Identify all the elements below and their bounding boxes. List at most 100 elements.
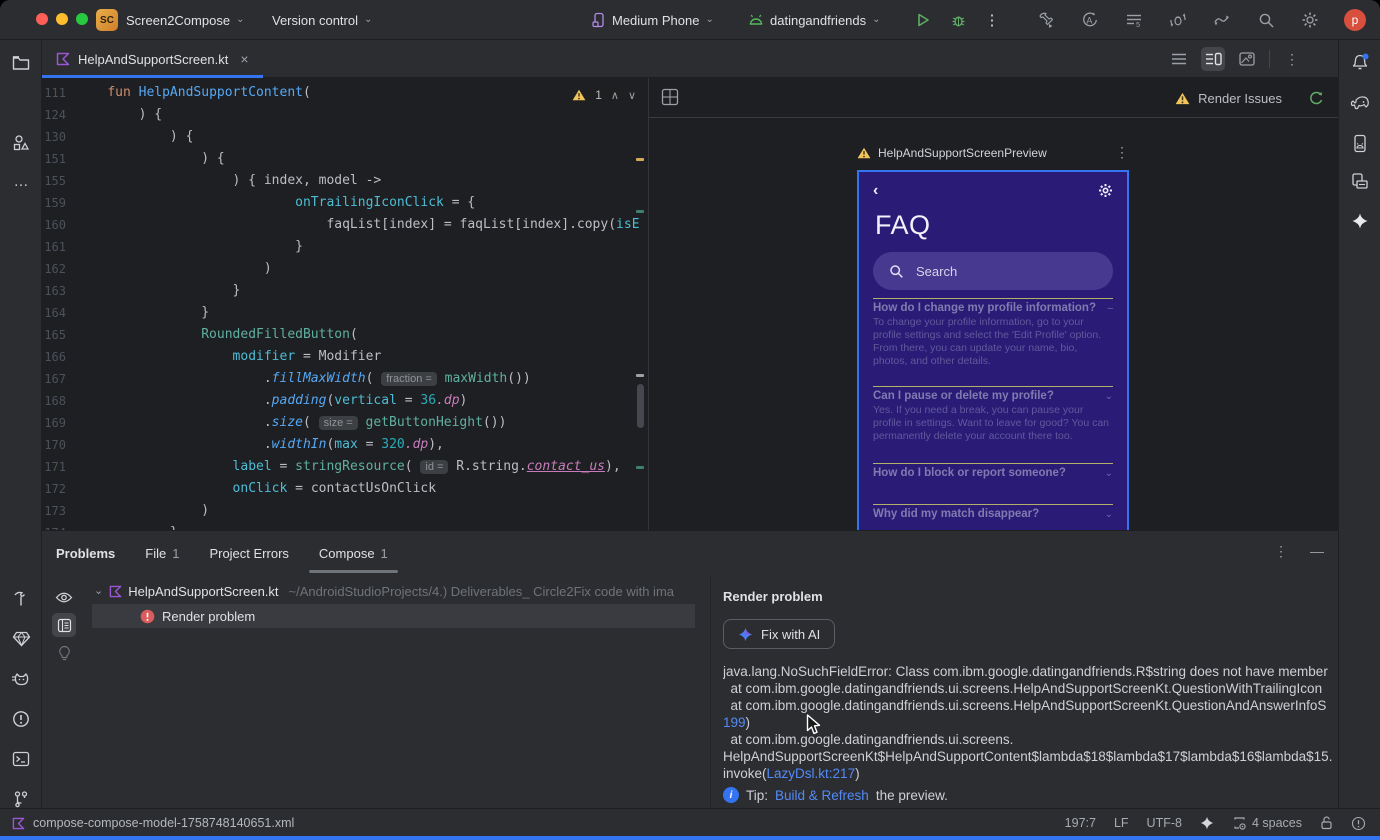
- line-number[interactable]: 171: [42, 456, 76, 478]
- code-line[interactable]: 151 ) {: [42, 148, 648, 170]
- refresh-icon[interactable]: [1308, 90, 1324, 106]
- tree-expand-chevron[interactable]: ⌄: [94, 584, 103, 597]
- code-line[interactable]: 159 onTrailingIconClick = {: [42, 192, 648, 214]
- preview-layout-grid-icon[interactable]: [661, 88, 679, 106]
- code-line[interactable]: 174 }: [42, 522, 648, 530]
- faq-item[interactable]: Can I pause or delete my profile? ⌄ Yes. I…: [873, 386, 1113, 443]
- line-number[interactable]: 124: [42, 104, 76, 126]
- panel-options-kebab[interactable]: ⋮: [1274, 543, 1288, 560]
- preview-eye-icon[interactable]: [52, 585, 76, 609]
- build-tool-icon[interactable]: [10, 588, 32, 610]
- line-number[interactable]: 111: [42, 82, 76, 104]
- code-line[interactable]: 111 fun HelpAndSupportContent(: [42, 82, 648, 104]
- user-avatar[interactable]: p: [1344, 9, 1366, 31]
- todo-list-icon[interactable]: 5: [1124, 10, 1144, 30]
- vcs-menu[interactable]: Version control ⌄: [272, 0, 372, 40]
- run-configuration-selector[interactable]: datingandfriends ⌄: [748, 0, 881, 40]
- run-more-options-kebab[interactable]: ⋮: [982, 10, 1002, 30]
- code-line[interactable]: 162 ): [42, 258, 648, 280]
- resource-manager-icon[interactable]: [10, 132, 32, 154]
- preview-options-kebab[interactable]: ⋮: [1115, 144, 1129, 161]
- preview-title-row[interactable]: HelpAndSupportScreenPreview ⋮: [857, 144, 1129, 161]
- build-icon[interactable]: [1036, 10, 1056, 30]
- faq-expand-icon[interactable]: ⌄: [1105, 391, 1113, 402]
- layout-inspector-icon[interactable]: [1349, 170, 1371, 192]
- render-issues-button[interactable]: Render Issues: [1175, 78, 1324, 118]
- line-number[interactable]: 169: [42, 412, 76, 434]
- back-icon[interactable]: ‹: [873, 182, 878, 200]
- faq-expand-icon[interactable]: ⌄: [1105, 509, 1113, 520]
- next-problem-icon[interactable]: ∨: [628, 89, 636, 102]
- stack-source-link[interactable]: 199: [723, 715, 746, 730]
- terminal-tool-icon[interactable]: [10, 748, 32, 770]
- panel-tab-file[interactable]: File 1: [145, 531, 179, 575]
- indent-widget[interactable]: 4 spaces: [1232, 816, 1302, 830]
- project-menu[interactable]: Screen2Compose ⌄: [126, 0, 244, 40]
- code-line[interactable]: 167 .fillMaxWidth( fraction = maxWidth()…: [42, 368, 648, 390]
- line-number[interactable]: 163: [42, 280, 76, 302]
- panel-tab-problems[interactable]: Problems: [56, 531, 115, 575]
- faq-item[interactable]: Why did my match disappear? ⌄: [873, 504, 1113, 520]
- app-insights-icon[interactable]: [1212, 10, 1232, 30]
- editor-options-kebab[interactable]: ⋮: [1280, 47, 1304, 71]
- panel-tab-compose[interactable]: Compose 1: [308, 531, 398, 575]
- line-number[interactable]: 172: [42, 478, 76, 500]
- faq-expand-icon[interactable]: ⌄: [1105, 468, 1113, 479]
- encoding-widget[interactable]: UTF-8: [1147, 816, 1182, 830]
- faq-item[interactable]: How do I change my profile information? –…: [873, 298, 1113, 368]
- line-number[interactable]: 164: [42, 302, 76, 324]
- more-tool-windows-icon[interactable]: …: [10, 170, 32, 192]
- caret-position-widget[interactable]: 197:7: [1065, 816, 1096, 830]
- app-quality-insights-icon[interactable]: [10, 628, 32, 650]
- line-number[interactable]: 168: [42, 390, 76, 412]
- debug-button[interactable]: [948, 10, 968, 30]
- line-number[interactable]: 161: [42, 236, 76, 258]
- version-control-tool-icon[interactable]: [10, 788, 32, 810]
- gradle-icon[interactable]: [1349, 92, 1371, 114]
- code-line[interactable]: 168 .padding(vertical = 36.dp): [42, 390, 648, 412]
- settings-gear-icon[interactable]: [1300, 10, 1320, 30]
- ai-actions-icon[interactable]: A: [1080, 10, 1100, 30]
- code-line[interactable]: 169 .size( size = getButtonHeight()): [42, 412, 648, 434]
- faq-expand-icon[interactable]: –: [1107, 303, 1113, 314]
- code-line[interactable]: 166 modifier = Modifier: [42, 346, 648, 368]
- close-tab-icon[interactable]: ×: [240, 51, 248, 67]
- line-number[interactable]: 155: [42, 170, 76, 192]
- lock-icon[interactable]: [1320, 816, 1333, 830]
- logcat-icon[interactable]: [10, 668, 32, 690]
- design-view-toggle[interactable]: [1235, 47, 1259, 71]
- code-line[interactable]: 173 ): [42, 500, 648, 522]
- code-view-toggle[interactable]: [1167, 47, 1191, 71]
- line-number[interactable]: 160: [42, 214, 76, 236]
- minimize-panel-icon[interactable]: —: [1310, 543, 1324, 560]
- code-line[interactable]: 163 }: [42, 280, 648, 302]
- line-number[interactable]: 165: [42, 324, 76, 346]
- line-number[interactable]: 174: [42, 522, 76, 530]
- quick-fix-bulb-icon[interactable]: [52, 641, 76, 665]
- device-selector[interactable]: Medium Phone ⌄: [592, 0, 714, 40]
- code-line[interactable]: 155 ) { index, model ->: [42, 170, 648, 192]
- line-number[interactable]: 170: [42, 434, 76, 456]
- ide-error-widget-icon[interactable]: [1351, 816, 1366, 831]
- line-ending-widget[interactable]: LF: [1114, 816, 1129, 830]
- statusbar-file[interactable]: compose-compose-model-1758748140651.xml: [12, 809, 294, 837]
- split-view-toggle[interactable]: [1201, 47, 1225, 71]
- code-line[interactable]: 130 ) {: [42, 126, 648, 148]
- stack-source-link[interactable]: LazyDsl.kt:217: [767, 766, 856, 781]
- line-number[interactable]: 130: [42, 126, 76, 148]
- line-number[interactable]: 166: [42, 346, 76, 368]
- line-number[interactable]: 167: [42, 368, 76, 390]
- code-editor[interactable]: 111 fun HelpAndSupportContent(124 ) {130…: [42, 78, 648, 530]
- run-button[interactable]: [913, 10, 933, 30]
- fix-with-ai-button[interactable]: Fix with AI: [723, 619, 836, 649]
- inspection-widget[interactable]: 1 ∧ ∨: [570, 88, 638, 102]
- code-line[interactable]: 165 RoundedFilledButton(: [42, 324, 648, 346]
- details-view-icon[interactable]: [52, 613, 76, 637]
- code-line[interactable]: 161 }: [42, 236, 648, 258]
- notifications-bell-icon[interactable]: [1349, 52, 1371, 74]
- render-problem-node[interactable]: Render problem: [92, 604, 695, 628]
- warning-stripe-marker[interactable]: [636, 158, 644, 161]
- code-line[interactable]: 124 ) {: [42, 104, 648, 126]
- project-tool-icon[interactable]: [10, 52, 32, 74]
- device-manager-icon[interactable]: [1349, 132, 1371, 154]
